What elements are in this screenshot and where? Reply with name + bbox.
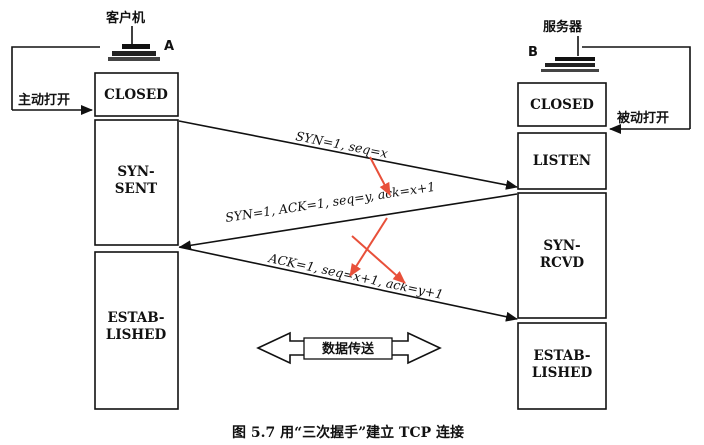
ack-arrow [178, 246, 518, 322]
client-label: 客户机 [106, 10, 145, 26]
server-label: 服务器 [543, 19, 583, 35]
server-marker: B [528, 45, 538, 60]
client-state-established-label-line: ESTAB- [107, 310, 164, 326]
client-state-syn-sent-label-line: SYN- [117, 164, 154, 180]
server-state-established-label-line: ESTAB- [533, 348, 590, 364]
ack-label: ACK=1, seq=x+1, ack=y+1 [266, 250, 444, 302]
client-state-syn-sent-label-line: SENT [115, 181, 157, 197]
client-host-icon [108, 26, 160, 61]
client-state-established-label-line: LISHED [106, 327, 167, 343]
annotation-arrow-2 [349, 217, 388, 277]
syn-ack-label: SYN=1, ACK=1, seq=y, ack=x+1 [224, 179, 436, 225]
client-marker: A [164, 39, 174, 54]
client-state-syn-sent-label: SYN-SENT [115, 164, 157, 197]
client-state-closed-label: CLOSED [104, 87, 168, 103]
tcp-handshake-diagram: 客户机 A 主动打开 CLOSED SYN-SENT ESTAB-LISHED … [11, 10, 691, 441]
server-state-listen-label: LISTEN [533, 153, 591, 169]
syn-arrow [178, 120, 518, 190]
syn-label: SYN=1, seq=x [294, 128, 389, 161]
server-host-icon [541, 36, 599, 72]
server-state-syn-rcvd-label-line: RCVD [540, 255, 584, 271]
active-open-label: 主动打开 [18, 92, 70, 108]
server-state-established-label: ESTAB-LISHED [532, 348, 593, 381]
server-state-established-label-line: LISHED [532, 365, 593, 381]
data-transfer-label: 数据传送 [322, 341, 375, 357]
server-state-syn-rcvd-label: SYN-RCVD [540, 238, 584, 271]
passive-open-label: 被动打开 [616, 110, 669, 126]
figure-caption: 图 5.7 用“三次握手”建立 TCP 连接 [232, 424, 464, 441]
client-state-established-label: ESTAB-LISHED [106, 310, 167, 343]
server-state-closed-label: CLOSED [530, 97, 594, 113]
server-state-syn-rcvd-label-line: SYN- [543, 238, 580, 254]
